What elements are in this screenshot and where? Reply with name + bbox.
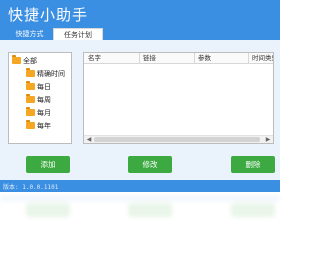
version-label: 版本: 1.0.0.1101 (3, 184, 59, 191)
tree-item-label: 每日 (37, 83, 51, 91)
folder-icon (12, 55, 21, 64)
column-header-time-type[interactable]: 时间类型 (252, 53, 273, 63)
column-header-params[interactable]: 参数 (198, 53, 248, 63)
tree-item-label: 精确时间 (37, 70, 65, 78)
app-window: 快捷小助手 快捷方式 任务计划 全部 精确时间 每日 每周 每月 每年 名字 链… (0, 0, 280, 192)
reflection-add (26, 203, 70, 217)
tree-item-daily[interactable]: 每日 (26, 81, 51, 91)
edit-button[interactable]: 修改 (128, 156, 172, 173)
delete-button[interactable]: 删除 (231, 156, 275, 173)
folder-icon (26, 107, 35, 116)
category-tree: 全部 精确时间 每日 每周 每月 每年 (8, 52, 72, 144)
scroll-right-icon[interactable]: ▶ (264, 136, 272, 143)
reflection-edit (128, 203, 172, 217)
folder-icon (26, 68, 35, 77)
folder-icon (26, 120, 35, 129)
column-divider[interactable] (194, 53, 195, 63)
window-title: 快捷小助手 (8, 6, 89, 24)
tree-item-all[interactable]: 全部 (12, 55, 37, 65)
scroll-thumb[interactable] (94, 137, 260, 142)
folder-icon (26, 81, 35, 90)
tree-item-yearly[interactable]: 每年 (26, 120, 51, 130)
tree-item-monthly[interactable]: 每月 (26, 107, 51, 117)
tree-item-label: 每年 (37, 122, 51, 130)
horizontal-scrollbar[interactable]: ◀ ▶ (84, 135, 273, 143)
tree-item-exact-time[interactable]: 精确时间 (26, 68, 65, 78)
add-button[interactable]: 添加 (26, 156, 70, 173)
tab-shortcuts[interactable]: 快捷方式 (6, 28, 53, 40)
scroll-left-icon[interactable]: ◀ (85, 136, 93, 143)
column-header-link[interactable]: 链接 (143, 53, 193, 63)
tree-item-label: 每月 (37, 109, 51, 117)
column-divider[interactable] (248, 53, 249, 63)
reflection-bar (0, 196, 280, 201)
tree-item-weekly[interactable]: 每周 (26, 94, 51, 104)
tree-item-label: 每周 (37, 96, 51, 104)
task-list: 名字 链接 参数 时间类型 ◀ ▶ (83, 52, 274, 144)
column-divider[interactable] (139, 53, 140, 63)
tab-task-schedule[interactable]: 任务计划 (53, 28, 103, 40)
title-bar[interactable]: 快捷小助手 (0, 0, 280, 28)
tree-item-label: 全部 (23, 57, 37, 65)
reflection-delete (231, 203, 275, 217)
folder-icon (26, 94, 35, 103)
task-list-header: 名字 链接 参数 时间类型 (84, 53, 273, 64)
column-header-name[interactable]: 名字 (88, 53, 138, 63)
